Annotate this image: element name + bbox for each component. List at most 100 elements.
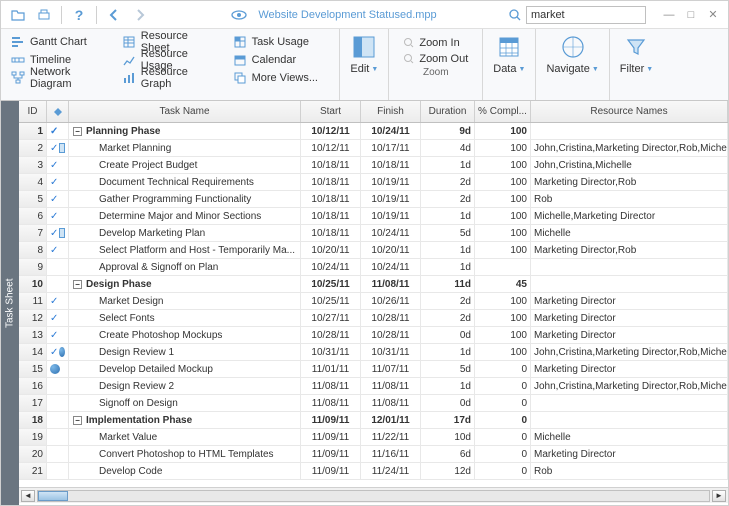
cell-finish[interactable]: 10/28/11 <box>361 327 421 343</box>
cell-resources[interactable]: Rob <box>531 463 728 479</box>
cell-resources[interactable]: John,Cristina,Marketing Director,Rob,Mic… <box>531 378 728 394</box>
cell-duration[interactable]: 0d <box>421 395 475 411</box>
cell-complete[interactable]: 0 <box>475 361 531 377</box>
cell-duration[interactable]: 10d <box>421 429 475 445</box>
col-task[interactable]: Task Name <box>69 101 301 122</box>
scroll-left-icon[interactable]: ◄ <box>21 490 35 502</box>
cell-start[interactable]: 10/20/11 <box>301 242 361 258</box>
cell-task[interactable]: Market Design <box>69 293 301 309</box>
ribbon-more[interactable]: More Views... <box>231 69 332 87</box>
maximize-icon[interactable]: □ <box>682 6 700 24</box>
cell-complete[interactable]: 100 <box>475 225 531 241</box>
col-indicator[interactable] <box>47 101 69 122</box>
cell-complete[interactable]: 100 <box>475 310 531 326</box>
cell-complete[interactable]: 100 <box>475 208 531 224</box>
cell-resources[interactable]: Marketing Director <box>531 310 728 326</box>
cell-start[interactable]: 10/28/11 <box>301 327 361 343</box>
table-row[interactable]: 13✓Create Photoshop Mockups10/28/1110/28… <box>19 327 728 344</box>
ribbon-calendar[interactable]: Calendar <box>231 51 332 69</box>
cell-duration[interactable]: 1d <box>421 378 475 394</box>
cell-task[interactable]: Document Technical Requirements <box>69 174 301 190</box>
cell-task[interactable]: Market Value <box>69 429 301 445</box>
col-start[interactable]: Start <box>301 101 361 122</box>
cell-duration[interactable]: 1d <box>421 208 475 224</box>
cell-finish[interactable]: 10/28/11 <box>361 310 421 326</box>
cell-start[interactable]: 11/01/11 <box>301 361 361 377</box>
table-row[interactable]: 6✓Determine Major and Minor Sections10/1… <box>19 208 728 225</box>
cell-resources[interactable]: Marketing Director,Rob <box>531 174 728 190</box>
collapse-icon[interactable]: − <box>73 280 82 289</box>
cell-start[interactable]: 11/09/11 <box>301 412 361 428</box>
cell-resources[interactable]: Michelle <box>531 429 728 445</box>
cell-finish[interactable]: 10/17/11 <box>361 140 421 156</box>
cell-resources[interactable]: Michelle,Marketing Director <box>531 208 728 224</box>
cell-complete[interactable]: 100 <box>475 191 531 207</box>
table-row[interactable]: 1✓−Planning Phase10/12/1110/24/119d100 <box>19 123 728 140</box>
back-icon[interactable] <box>103 4 125 26</box>
table-row[interactable]: 15Develop Detailed Mockup11/01/1111/07/1… <box>19 361 728 378</box>
cell-resources[interactable]: Marketing Director <box>531 446 728 462</box>
ribbon-taskusage[interactable]: Task Usage <box>231 33 332 51</box>
cell-task[interactable]: Develop Code <box>69 463 301 479</box>
cell-duration[interactable]: 9d <box>421 123 475 139</box>
cell-task[interactable]: Design Review 2 <box>69 378 301 394</box>
task-sheet-tab[interactable]: Task Sheet <box>1 101 19 505</box>
search-icon[interactable] <box>508 8 522 22</box>
cell-task[interactable]: Develop Marketing Plan <box>69 225 301 241</box>
cell-resources[interactable]: Marketing Director,Rob <box>531 242 728 258</box>
cell-complete[interactable]: 100 <box>475 344 531 360</box>
cell-duration[interactable]: 12d <box>421 463 475 479</box>
cell-finish[interactable]: 10/18/11 <box>361 157 421 173</box>
table-row[interactable]: 14✓Design Review 110/31/1110/31/111d100J… <box>19 344 728 361</box>
table-row[interactable]: 4✓Document Technical Requirements10/18/1… <box>19 174 728 191</box>
cell-complete[interactable]: 0 <box>475 429 531 445</box>
cell-task[interactable]: Select Fonts <box>69 310 301 326</box>
cell-resources[interactable]: Rob <box>531 191 728 207</box>
table-row[interactable]: 17Signoff on Design11/08/1111/08/110d0 <box>19 395 728 412</box>
cell-complete[interactable]: 0 <box>475 395 531 411</box>
cell-task[interactable]: −Planning Phase <box>69 123 301 139</box>
cell-start[interactable]: 10/18/11 <box>301 225 361 241</box>
cell-finish[interactable]: 11/08/11 <box>361 276 421 292</box>
table-row[interactable]: 11✓Market Design10/25/1110/26/112d100Mar… <box>19 293 728 310</box>
cell-complete[interactable]: 0 <box>475 412 531 428</box>
cell-duration[interactable]: 2d <box>421 293 475 309</box>
cell-duration[interactable]: 5d <box>421 361 475 377</box>
cell-complete[interactable]: 0 <box>475 446 531 462</box>
col-duration[interactable]: Duration <box>421 101 475 122</box>
cell-task[interactable]: −Implementation Phase <box>69 412 301 428</box>
cell-complete[interactable]: 100 <box>475 293 531 309</box>
col-finish[interactable]: Finish <box>361 101 421 122</box>
cell-duration[interactable]: 2d <box>421 191 475 207</box>
cell-complete[interactable]: 0 <box>475 463 531 479</box>
cell-task[interactable]: Select Platform and Host - Temporarily M… <box>69 242 301 258</box>
table-row[interactable]: 3✓Create Project Budget10/18/1110/18/111… <box>19 157 728 174</box>
cell-start[interactable]: 10/24/11 <box>301 259 361 275</box>
zoom-in-button[interactable]: Zoom In <box>403 35 468 51</box>
table-row[interactable]: 10−Design Phase10/25/1111/08/1111d45 <box>19 276 728 293</box>
cell-resources[interactable]: John,Cristina,Marketing Director,Rob,Mic… <box>531 344 728 360</box>
table-row[interactable]: 2✓Market Planning10/12/1110/17/114d100Jo… <box>19 140 728 157</box>
ribbon-network[interactable]: Network Diagram <box>9 69 110 87</box>
cell-finish[interactable]: 10/31/11 <box>361 344 421 360</box>
zoom-out-button[interactable]: Zoom Out <box>403 51 468 67</box>
cell-resources[interactable] <box>531 123 728 139</box>
cell-complete[interactable]: 100 <box>475 123 531 139</box>
cell-task[interactable]: Create Project Budget <box>69 157 301 173</box>
cell-finish[interactable]: 10/19/11 <box>361 191 421 207</box>
table-row[interactable]: 19Market Value11/09/1111/22/1110d0Michel… <box>19 429 728 446</box>
cell-complete[interactable]: 45 <box>475 276 531 292</box>
cell-finish[interactable]: 10/19/11 <box>361 174 421 190</box>
cell-duration[interactable]: 1d <box>421 157 475 173</box>
navigate-button[interactable]: Navigate▼ <box>536 29 608 79</box>
cell-duration[interactable]: 1d <box>421 259 475 275</box>
search-input[interactable] <box>526 6 646 24</box>
ribbon-gantt[interactable]: Gantt Chart <box>9 33 110 51</box>
open-icon[interactable] <box>7 4 29 26</box>
table-row[interactable]: 12✓Select Fonts10/27/1110/28/112d100Mark… <box>19 310 728 327</box>
cell-finish[interactable]: 10/24/11 <box>361 225 421 241</box>
cell-complete[interactable]: 100 <box>475 242 531 258</box>
cell-finish[interactable]: 10/24/11 <box>361 123 421 139</box>
table-row[interactable]: 16Design Review 211/08/1111/08/111d0John… <box>19 378 728 395</box>
collapse-icon[interactable]: − <box>73 416 82 425</box>
